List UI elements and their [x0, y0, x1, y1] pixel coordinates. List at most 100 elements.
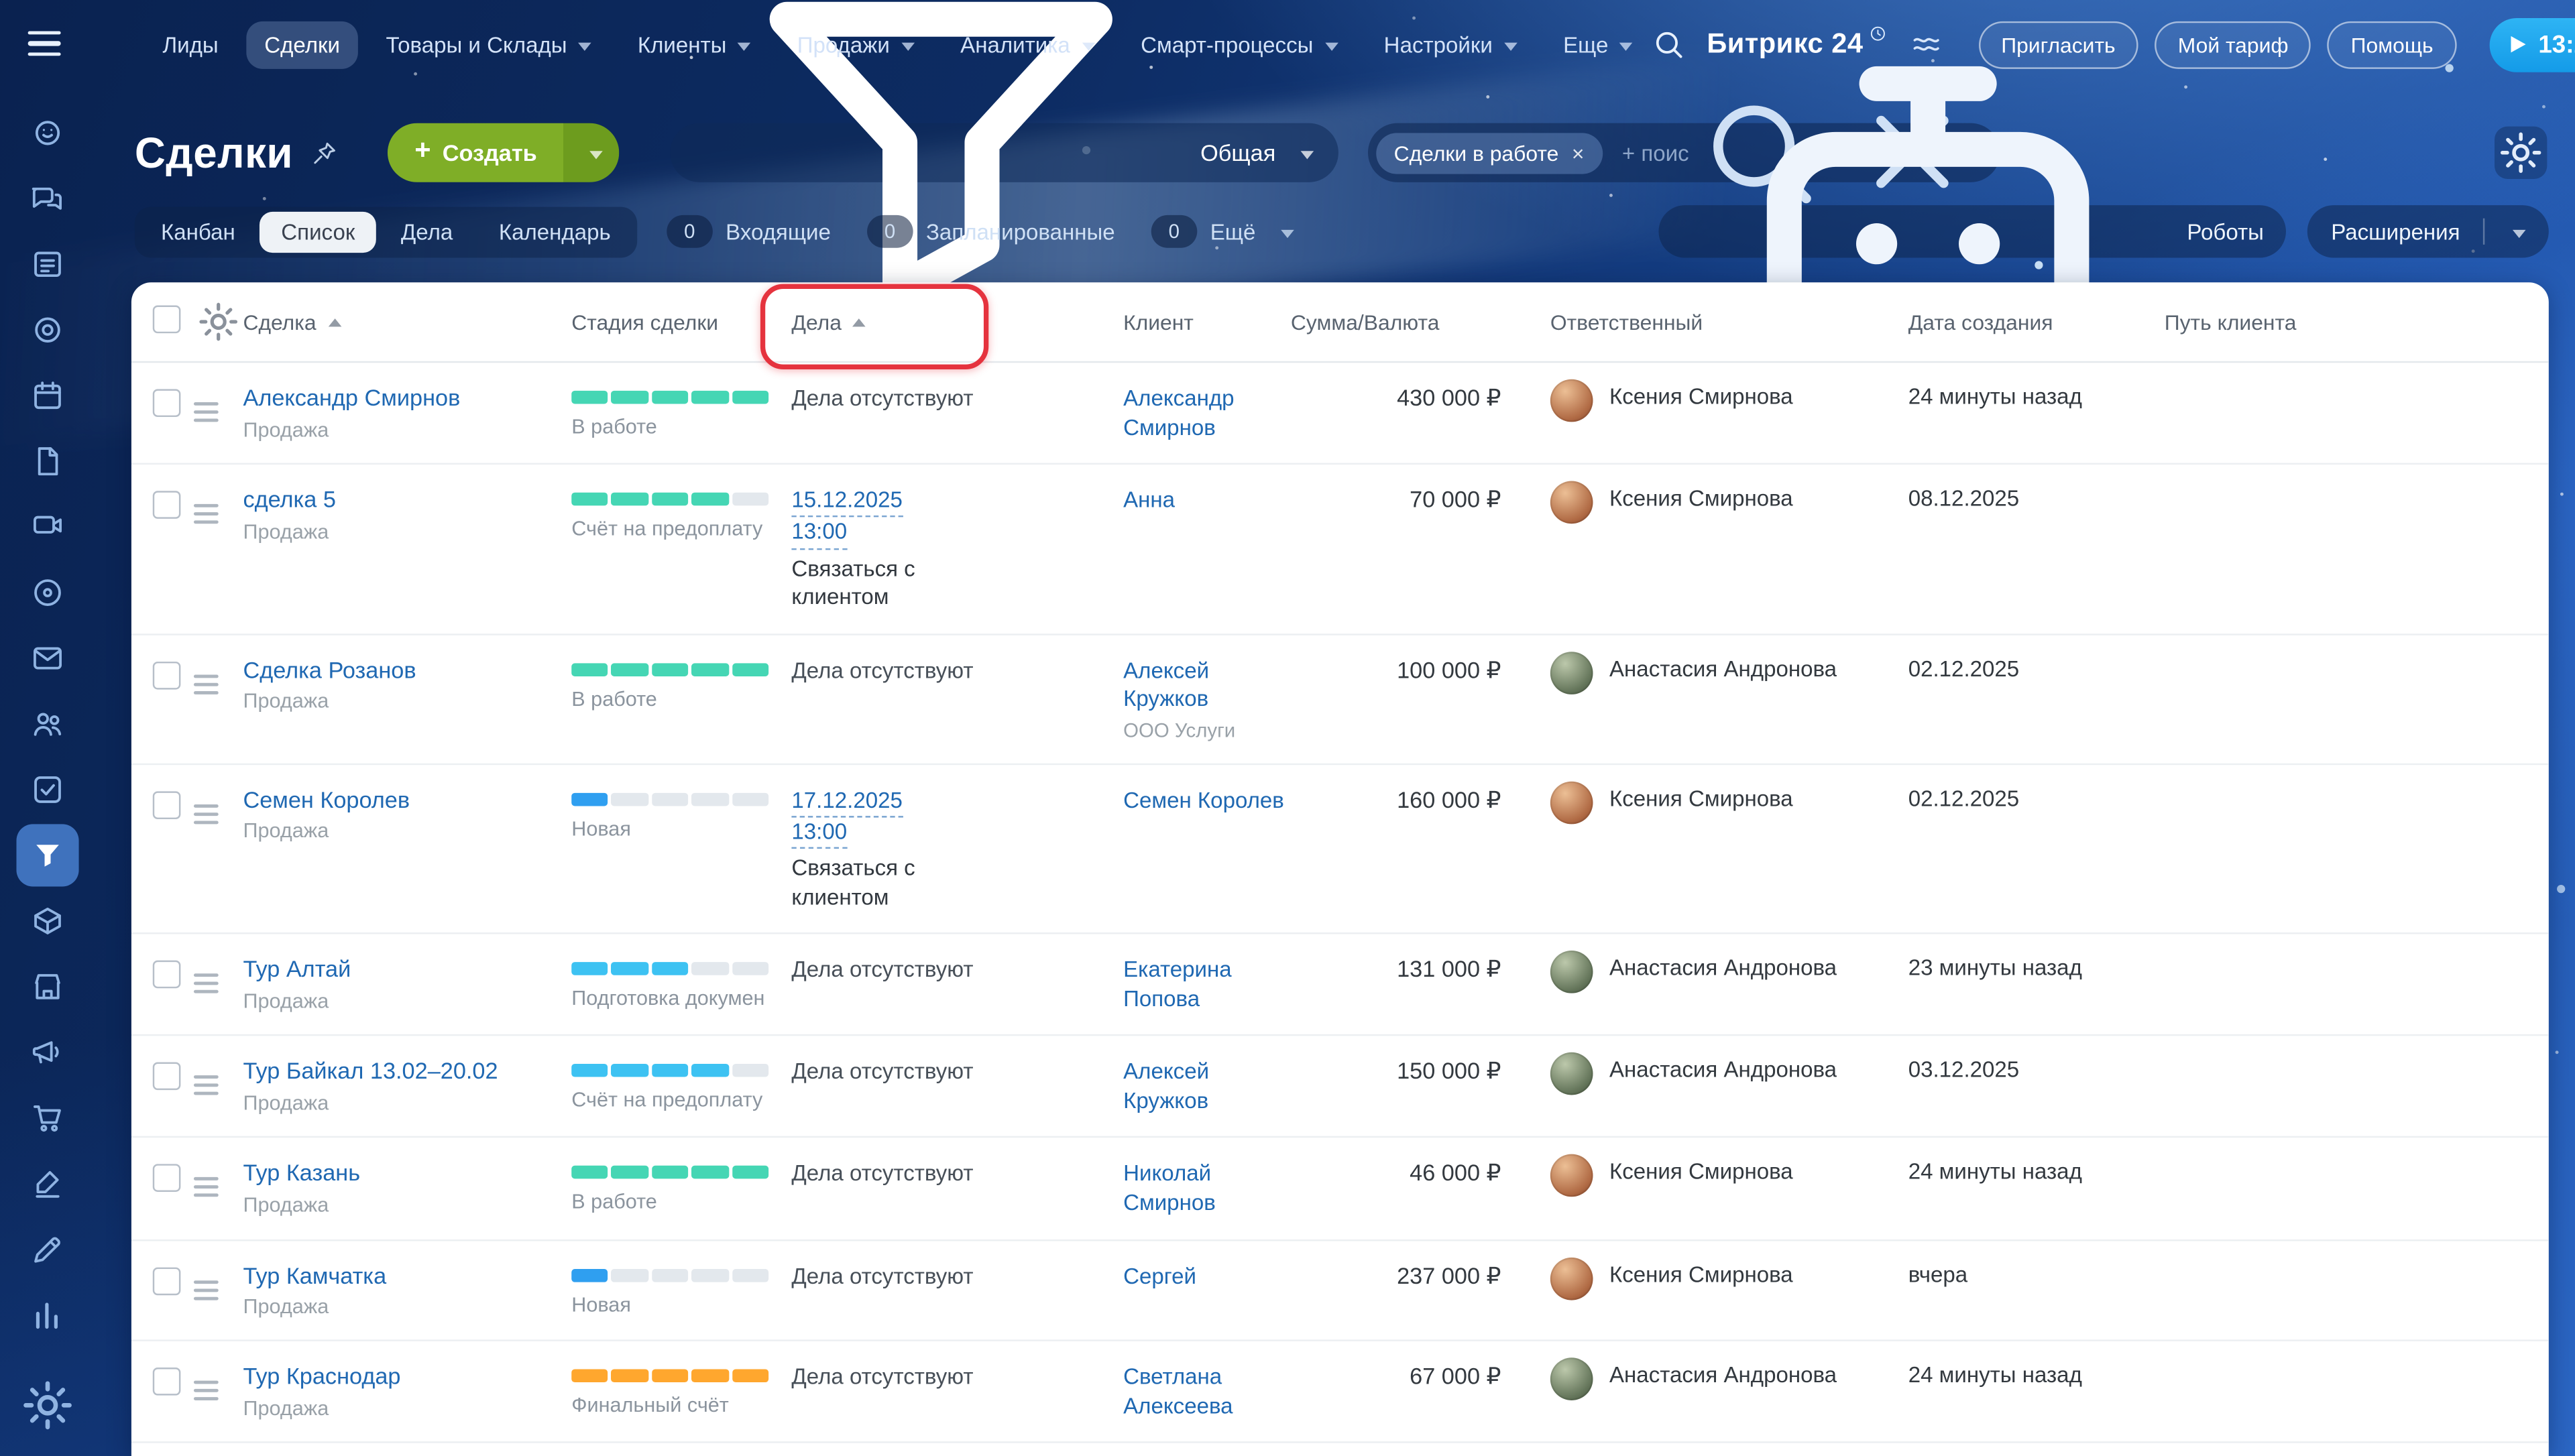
drag-handle-icon[interactable]	[193, 973, 219, 994]
table-row[interactable]: Семен Королев Продажа Новая 17.12.2025 13…	[131, 765, 2549, 935]
column-header-amount[interactable]: Сумма/Валюта	[1291, 310, 1504, 335]
page-settings-button[interactable]	[2495, 126, 2548, 179]
timer-button[interactable]: 13:23	[2488, 17, 2575, 72]
sidebar-item-bi-chart[interactable]	[16, 1284, 78, 1346]
tariff-button[interactable]: Мой тариф	[2155, 20, 2311, 68]
sidebar-item-design[interactable]	[16, 1218, 78, 1280]
sidebar-item-sites[interactable]	[16, 955, 78, 1018]
sidebar-item-copilot[interactable]	[16, 102, 78, 164]
robots-button[interactable]: Роботы	[1658, 66, 2287, 373]
pin-icon[interactable]	[311, 139, 339, 167]
row-checkbox[interactable]	[152, 1368, 181, 1396]
topnav-item[interactable]: Аналитика	[942, 21, 1112, 68]
responsible-cell[interactable]: Ксения Смирнова	[1504, 1443, 1905, 1456]
create-button[interactable]: + Создать	[388, 123, 563, 182]
drag-handle-icon[interactable]	[193, 1280, 219, 1300]
sidebar-item-feed[interactable]	[16, 233, 78, 296]
row-checkbox[interactable]	[152, 961, 181, 989]
stage-progress-bar[interactable]	[571, 962, 769, 976]
drag-handle-icon[interactable]	[193, 402, 219, 422]
table-row[interactable]: Александр Смирнов Продажа В работе Дела …	[131, 363, 2549, 465]
remove-chip-icon[interactable]: ×	[1572, 140, 1585, 165]
row-checkbox[interactable]	[152, 389, 181, 418]
table-row[interactable]: сделка 5 Продажа Счёт на предоплату 15.1…	[131, 465, 2549, 635]
responsible-cell[interactable]: Анастасия Андронова	[1504, 1341, 1905, 1422]
row-checkbox[interactable]	[152, 661, 181, 689]
stage-progress-bar[interactable]	[571, 1064, 769, 1078]
drag-handle-icon[interactable]	[193, 1380, 219, 1401]
view-tab[interactable]: Дела	[380, 211, 474, 252]
brand-logo[interactable]: Битрикс 24	[1707, 26, 1886, 61]
responsible-cell[interactable]: Анастасия Андронова	[1504, 1036, 1905, 1117]
view-tab[interactable]: Календарь	[477, 211, 632, 252]
topnav-item[interactable]: Настройки	[1366, 21, 1536, 68]
sidebar-item-calendar[interactable]	[16, 365, 78, 427]
sidebar-item-inventory[interactable]	[16, 890, 78, 952]
row-checkbox[interactable]	[152, 790, 181, 819]
deal-name-link[interactable]: сделка 5	[243, 486, 571, 515]
sidebar-item-drive[interactable]	[16, 562, 78, 624]
responsible-cell[interactable]: Анастасия Андронова	[1504, 934, 1905, 1015]
topnav-item[interactable]: Еще	[1545, 21, 1651, 68]
sidebar-item-docs[interactable]	[16, 430, 78, 493]
help-button[interactable]: Помощь	[2328, 20, 2456, 68]
view-tab[interactable]: Канбан	[139, 211, 256, 252]
topnav-item[interactable]: Смарт-процессы	[1123, 21, 1356, 68]
row-checkbox[interactable]	[152, 1266, 181, 1295]
counter[interactable]: 0 Ещё	[1151, 215, 1294, 248]
deal-name-link[interactable]: Тур Камчатка	[243, 1262, 571, 1290]
column-header-client[interactable]: Клиент	[1123, 310, 1291, 335]
sidebar-item-deals-funnel[interactable]	[16, 824, 79, 887]
table-row[interactable]: Тур Казань Продажа В работе Дела отсутст…	[131, 1138, 2549, 1241]
sidebar-item-sign[interactable]	[16, 1152, 78, 1215]
deal-name-link[interactable]: Тур Казань	[243, 1160, 571, 1189]
table-row[interactable]: Тур Краснодар Продажа Финальный счёт Дел…	[131, 1341, 2549, 1443]
column-header-responsible[interactable]: Ответственный	[1504, 310, 1905, 335]
activity-date-link[interactable]: 17.12.2025	[791, 786, 903, 818]
select-all-checkbox[interactable]	[152, 305, 181, 334]
row-checkbox[interactable]	[152, 1164, 181, 1193]
responsible-cell[interactable]: Ксения Смирнова	[1504, 465, 1905, 545]
row-checkbox[interactable]	[152, 491, 181, 520]
topnav-item[interactable]: Товары и Склады	[368, 21, 610, 68]
responsible-cell[interactable]: Ксения Смирнова	[1504, 363, 1905, 443]
responsible-cell[interactable]: Ксения Смирнова	[1504, 1240, 1905, 1321]
deal-name-link[interactable]: Александр Смирнов	[243, 384, 571, 413]
search-input[interactable]	[1618, 138, 1691, 167]
column-header-activities[interactable]: Дела	[791, 310, 1123, 334]
table-row[interactable]: Тур Алтай Продажа Подготовка докумен Дел…	[131, 934, 2549, 1037]
table-row[interactable]: Тур Мурманск Продажа Финальный счёт Дела…	[131, 1443, 2549, 1456]
activity-date-link[interactable]: 15.12.2025	[791, 486, 903, 518]
column-header-created[interactable]: Дата создания	[1905, 310, 2161, 335]
sidebar-item-mail[interactable]	[16, 627, 78, 690]
column-header-deal[interactable]: Сделка	[243, 310, 571, 334]
stage-progress-bar[interactable]	[571, 662, 769, 676]
sidebar-item-video[interactable]	[16, 496, 78, 558]
deal-name-link[interactable]: Семен Королев	[243, 786, 571, 814]
drag-handle-icon[interactable]	[193, 1075, 219, 1096]
sidebar-item-people[interactable]	[16, 692, 78, 755]
table-row[interactable]: Тур Байкал 13.02–20.02 Продажа Счёт на п…	[131, 1036, 2549, 1139]
responsible-cell[interactable]: Анастасия Андронова	[1504, 635, 1905, 715]
grid-settings-gear-icon[interactable]	[194, 297, 243, 346]
search-icon[interactable]	[1651, 26, 1687, 62]
stage-progress-bar[interactable]	[571, 1268, 769, 1282]
client-link[interactable]: Сергей	[1123, 1262, 1291, 1290]
deal-name-link[interactable]: Сделка Розанов	[243, 656, 571, 685]
drag-handle-icon[interactable]	[193, 804, 219, 824]
activity-time-link[interactable]: 13:00	[791, 817, 848, 849]
client-link[interactable]: Алексей Кружков	[1123, 656, 1291, 714]
filter-preset-button[interactable]: Общая	[670, 1, 1338, 308]
counter[interactable]: 0 Входящие	[666, 215, 831, 248]
topnav-item[interactable]: Сделки	[246, 20, 358, 68]
invite-button[interactable]: Пригласить	[1978, 20, 2138, 68]
view-tab[interactable]: Список	[260, 210, 377, 252]
stage-progress-bar[interactable]	[571, 390, 769, 404]
topnav-item[interactable]: Продажи	[779, 21, 933, 68]
topnav-item[interactable]: Клиенты	[620, 21, 769, 68]
drag-handle-icon[interactable]	[193, 504, 219, 524]
sidebar-item-settings[interactable]	[16, 1374, 78, 1437]
client-link[interactable]: Николай Смирнов	[1123, 1160, 1291, 1217]
responsible-cell[interactable]: Ксения Смирнова	[1504, 1138, 1905, 1219]
sidebar-item-tasks[interactable]	[16, 758, 78, 821]
